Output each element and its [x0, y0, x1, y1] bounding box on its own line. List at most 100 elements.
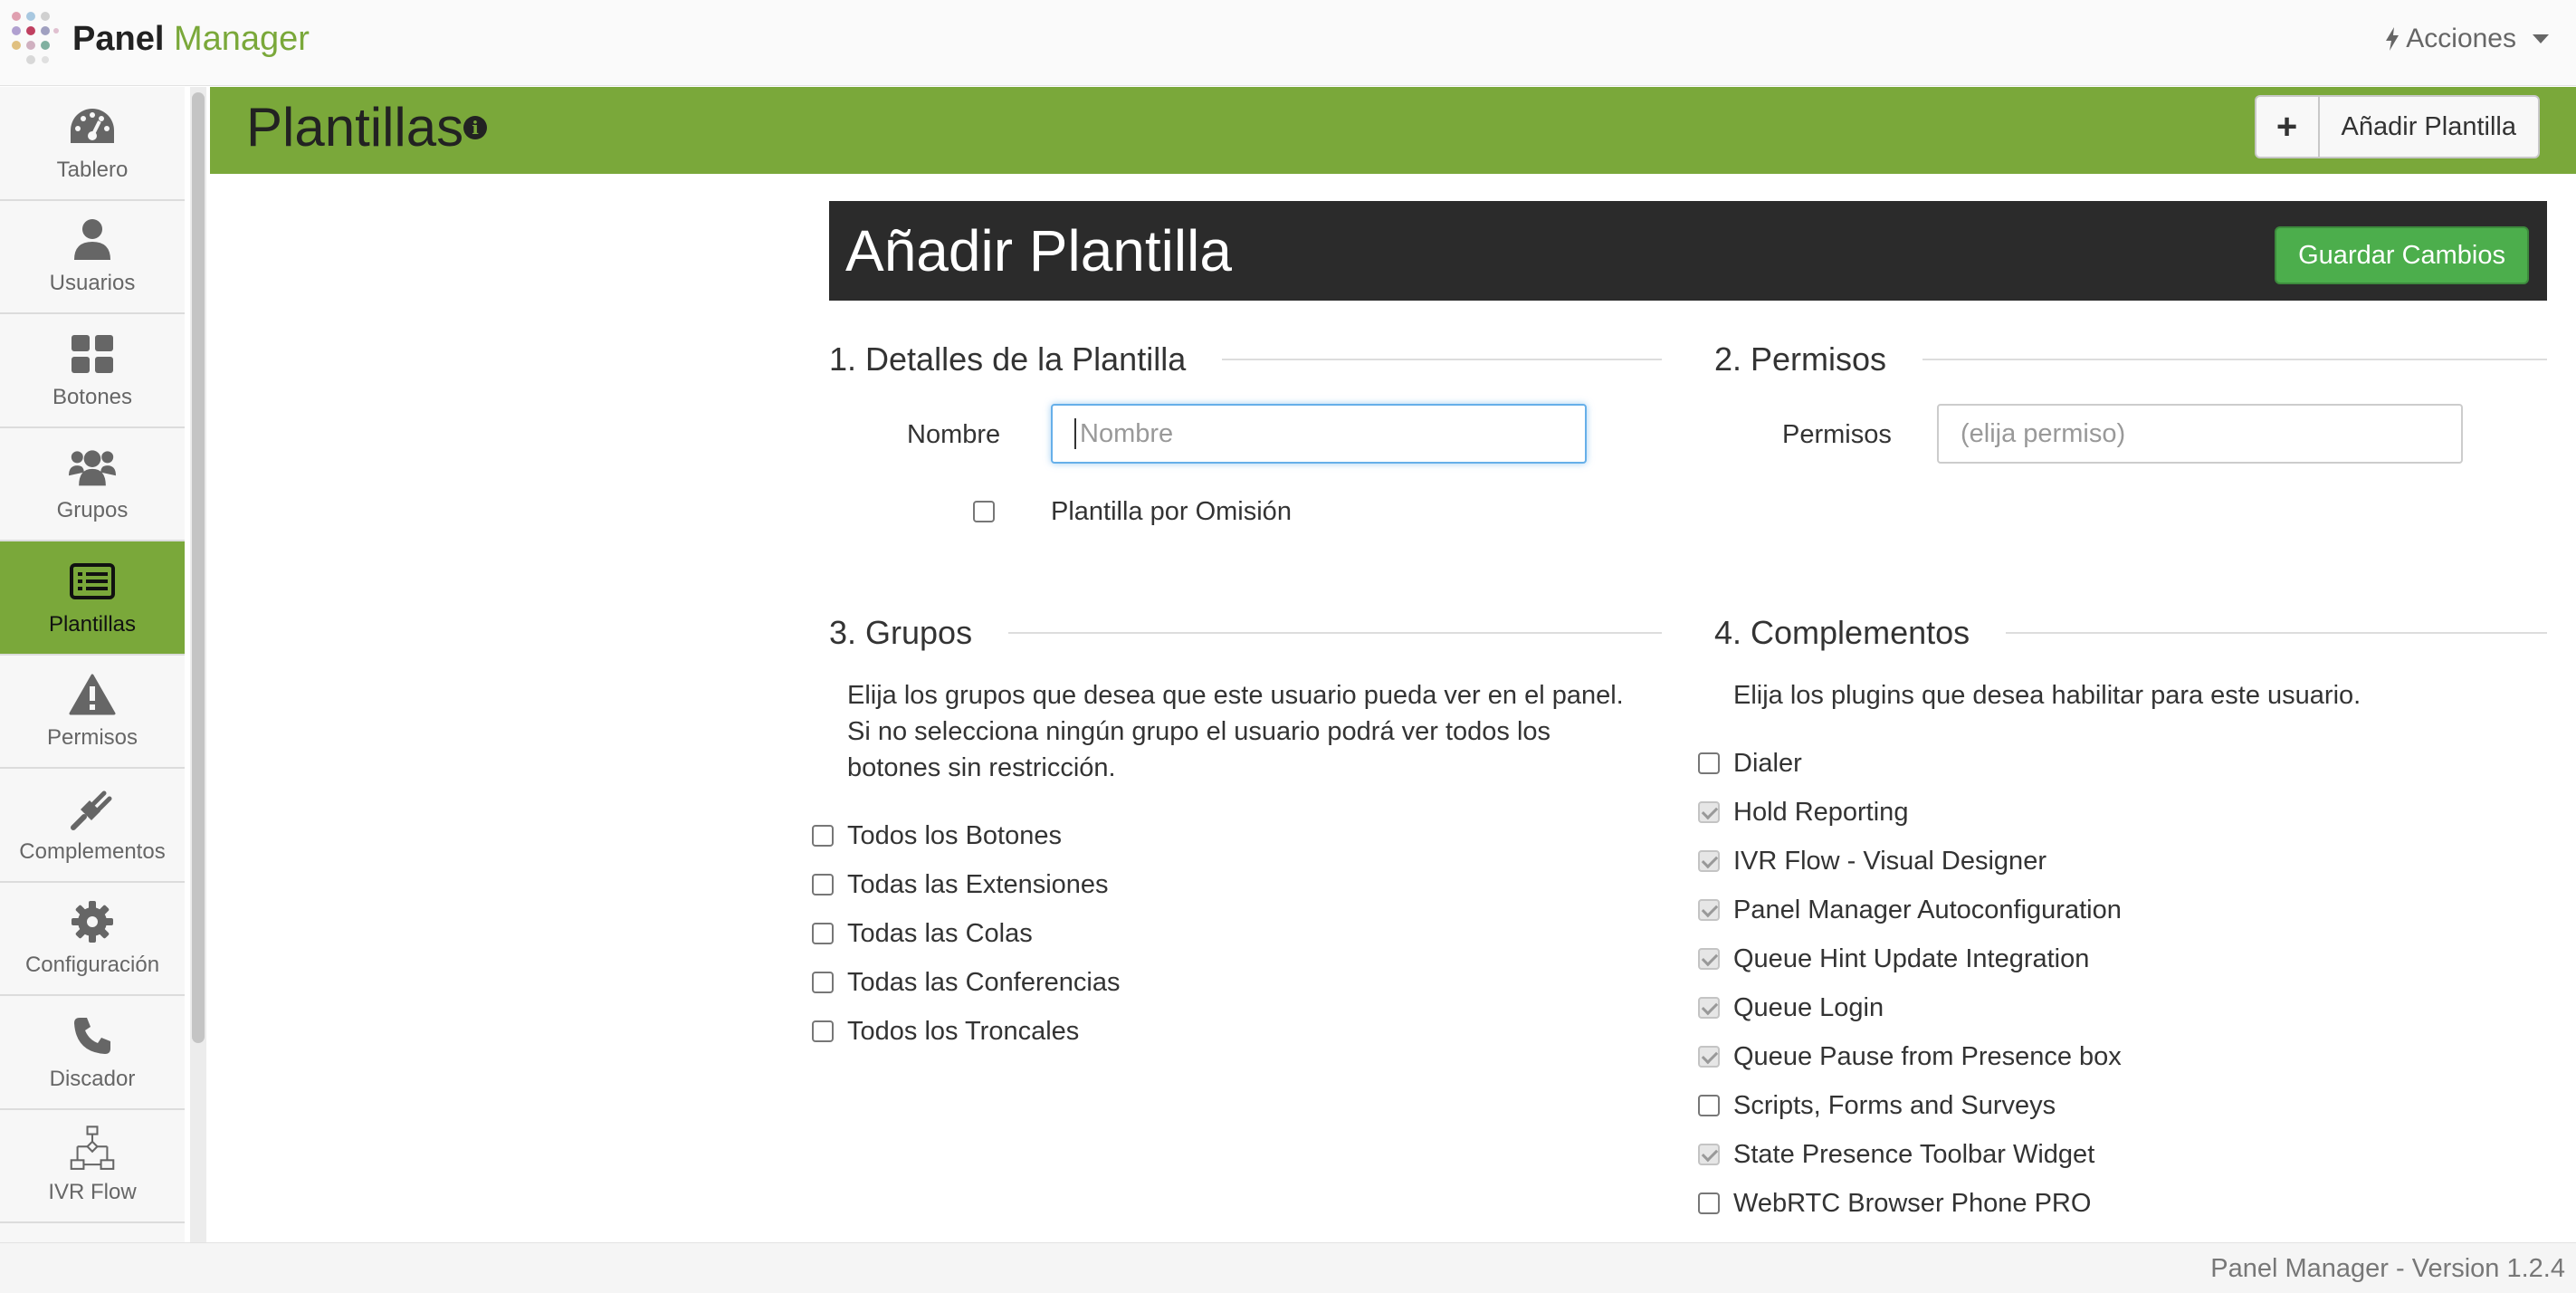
plugin-checkbox[interactable]: [1698, 1192, 1720, 1214]
user-icon: [69, 216, 116, 263]
section-title: 2. Permisos: [1714, 340, 1887, 378]
add-template-label[interactable]: Añadir Plantilla: [2320, 97, 2538, 157]
sidebar-item-label: Configuración: [24, 953, 160, 978]
top-navbar: Panel Manager Acciones: [0, 0, 2576, 86]
version-text: Panel Manager - Version 1.2.4: [2210, 1254, 2565, 1283]
default-template-checkbox[interactable]: [973, 501, 995, 522]
plugin-label: Scripts, Forms and Surveys: [1733, 1091, 2056, 1120]
group-checkbox[interactable]: [812, 825, 834, 847]
form-title: Añadir Plantilla: [845, 218, 1232, 283]
plugin-checkbox[interactable]: [1698, 997, 1720, 1019]
scrollbar-thumb[interactable]: [192, 92, 205, 1043]
plugin-label: Dialer: [1733, 749, 1802, 778]
divider: [1922, 359, 2547, 360]
plugin-checkbox[interactable]: [1698, 801, 1720, 823]
sidebar-item-botones[interactable]: Botones: [0, 314, 185, 428]
sidebar-item-plantillas[interactable]: Plantillas: [0, 541, 185, 656]
plugin-checkbox[interactable]: [1698, 899, 1720, 921]
grid-icon: [69, 330, 116, 378]
group-checkbox[interactable]: [812, 874, 834, 896]
name-placeholder: Nombre: [1080, 418, 1174, 448]
sidebar-item-label: Botones: [52, 384, 133, 409]
sidebar-item-configuracion[interactable]: Configuración: [0, 883, 185, 996]
permissions-placeholder: (elija permiso): [1961, 418, 2126, 448]
sidebar-scrollbar[interactable]: [190, 87, 206, 1242]
group-checkbox[interactable]: [812, 923, 834, 944]
plugin-label: Queue Pause from Presence box: [1733, 1042, 2122, 1071]
group-label: Todas las Colas: [847, 919, 1033, 948]
sidebar-item-ivr-flow[interactable]: IVR Flow: [0, 1110, 185, 1223]
group-label: Todos los Troncales: [847, 1017, 1080, 1046]
sidebar-item-tablero[interactable]: Tablero: [0, 87, 185, 201]
group-checkbox[interactable]: [812, 972, 834, 993]
default-template-label: Plantilla por Omisión: [1051, 497, 1292, 526]
brand-accent: Manager: [173, 20, 310, 58]
plugin-label: Queue Login: [1733, 993, 1884, 1022]
plugin-checkbox[interactable]: [1698, 1046, 1720, 1068]
divider: [1008, 632, 1662, 634]
brand-name[interactable]: Panel Manager: [72, 20, 310, 59]
sidebar-item-label: Discador: [49, 1066, 136, 1091]
section-heading-groups: 3. Grupos: [829, 614, 1662, 652]
add-template-button[interactable]: + Añadir Plantilla: [2254, 95, 2540, 158]
text-cursor: [1074, 418, 1076, 449]
sidebar-item-label: Usuarios: [49, 271, 136, 296]
page-header: Plantillas i + Añadir Plantilla: [210, 87, 2576, 174]
plugin-checkbox[interactable]: [1698, 948, 1720, 970]
chevron-down-icon: [2533, 34, 2549, 43]
section-title: 1. Detalles de la Plantilla: [829, 340, 1187, 378]
plugin-checkbox[interactable]: [1698, 1095, 1720, 1116]
plugin-label: WebRTC Browser Phone PRO: [1733, 1189, 2092, 1218]
form-header: Añadir Plantilla Guardar Cambios: [829, 201, 2547, 301]
permissions-label: Permisos: [1782, 420, 1892, 449]
sidebar-item-usuarios[interactable]: Usuarios: [0, 201, 185, 314]
group-checkbox[interactable]: [812, 1020, 834, 1042]
brand-bold: Panel: [72, 20, 165, 58]
sidebar-item-grupos[interactable]: Grupos: [0, 428, 185, 541]
sidebar-item-label: Tablero: [56, 157, 129, 182]
users-group-icon: [69, 444, 116, 491]
plugin-label: IVR Flow - Visual Designer: [1733, 847, 2046, 876]
page-title: Plantillas: [246, 97, 464, 158]
sidebar-item-discador[interactable]: Discador: [0, 996, 185, 1110]
phone-icon: [69, 1012, 116, 1059]
group-label: Todos los Botones: [847, 821, 1062, 850]
divider: [2006, 632, 2547, 634]
sidebar-item-label: Permisos: [46, 725, 138, 751]
actions-menu[interactable]: Acciones: [2386, 24, 2549, 54]
bolt-icon: [2386, 27, 2399, 51]
flowchart-icon: [69, 1125, 116, 1173]
plug-icon: [69, 785, 116, 832]
plugin-checkbox[interactable]: [1698, 850, 1720, 872]
plugin-label: Queue Hint Update Integration: [1733, 944, 2090, 973]
plugin-checkbox[interactable]: [1698, 1144, 1720, 1165]
sidebar: Tablero Usuarios Botones Grupos Plantill…: [0, 87, 185, 1242]
name-input[interactable]: Nombre: [1051, 404, 1587, 464]
plugin-checkbox[interactable]: [1698, 752, 1720, 774]
section-heading-permissions: 2. Permisos: [1714, 340, 2547, 378]
sidebar-item-label: IVR Flow: [48, 1180, 137, 1205]
warning-icon: [69, 671, 116, 718]
section-title: 4. Complementos: [1714, 614, 1970, 651]
plus-icon[interactable]: +: [2256, 97, 2320, 157]
section-title: 3. Grupos: [829, 614, 973, 651]
group-label: Todas las Conferencias: [847, 968, 1121, 997]
permissions-select[interactable]: (elija permiso): [1937, 404, 2463, 464]
sidebar-item-label: Plantillas: [48, 611, 137, 637]
save-button[interactable]: Guardar Cambios: [2275, 226, 2529, 284]
section-heading-details: 1. Detalles de la Plantilla: [829, 340, 1662, 378]
plugins-description: Elija los plugins que desea habilitar pa…: [1733, 681, 2361, 710]
groups-description: Elija los grupos que desea que este usua…: [847, 681, 1624, 782]
dashboard-icon: [69, 103, 116, 150]
plugin-label: Hold Reporting: [1733, 798, 1909, 827]
divider: [1222, 359, 1662, 360]
plugin-label: State Presence Toolbar Widget: [1733, 1140, 2095, 1169]
sidebar-item-permisos[interactable]: Permisos: [0, 656, 185, 769]
sidebar-item-label: Complementos: [19, 838, 166, 864]
section-heading-plugins: 4. Complementos: [1714, 614, 2547, 652]
sidebar-item-complementos[interactable]: Complementos: [0, 769, 185, 883]
logo-icon: [12, 12, 59, 64]
info-icon[interactable]: i: [463, 116, 487, 139]
group-label: Todas las Extensiones: [847, 870, 1109, 899]
gear-icon: [69, 898, 116, 945]
